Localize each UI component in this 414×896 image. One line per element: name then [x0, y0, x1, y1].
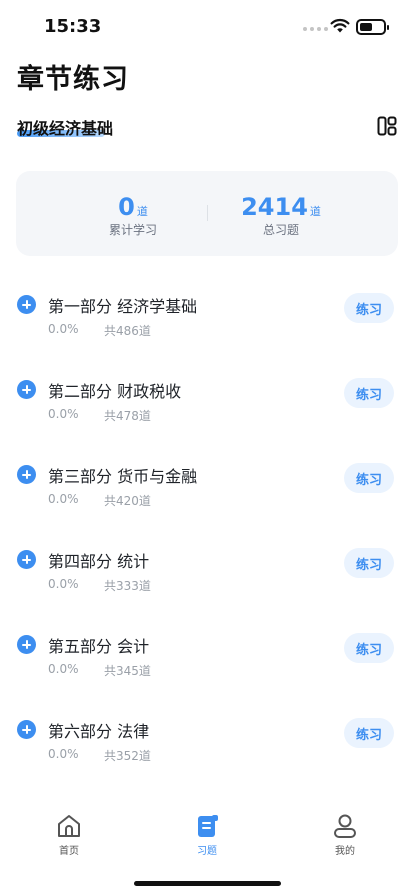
- status-bar: 15:33: [0, 0, 414, 48]
- switch-subject-icon[interactable]: [377, 116, 397, 136]
- practice-button[interactable]: 练习: [344, 293, 394, 323]
- chapter-title: 第二部分 财政税收: [48, 382, 182, 401]
- stat-learned-unit: 道: [136, 205, 148, 218]
- chapter-item[interactable]: 第五部分 会计 0.0% 共345道 练习: [0, 620, 414, 690]
- chapter-count: 共352道: [104, 749, 151, 763]
- chapter-progress: 0.0%: [48, 407, 79, 421]
- chapter-progress: 0.0%: [48, 747, 79, 761]
- chapter-item[interactable]: 第二部分 财政税收 0.0% 共478道 练习: [0, 365, 414, 435]
- subject-selector[interactable]: 初级经济基础: [17, 115, 113, 141]
- profile-icon: [334, 814, 356, 838]
- chapter-count: 共486道: [104, 324, 151, 338]
- tab-mine-label: 我的: [335, 846, 355, 857]
- chapter-progress: 0.0%: [48, 322, 79, 336]
- expand-plus-icon[interactable]: [17, 380, 36, 399]
- wifi-icon: [330, 18, 350, 33]
- signal-icon: [303, 27, 328, 31]
- practice-button[interactable]: 练习: [344, 633, 394, 663]
- practice-button[interactable]: 练习: [344, 548, 394, 578]
- expand-plus-icon[interactable]: [17, 635, 36, 654]
- tab-mine[interactable]: 我的: [305, 806, 385, 857]
- chapter-count: 共420道: [104, 494, 151, 508]
- stat-learned-value: 0: [118, 193, 135, 221]
- tab-home-label: 首页: [59, 846, 79, 857]
- subject-label: 初级经济基础: [17, 119, 114, 138]
- expand-plus-icon[interactable]: [17, 720, 36, 739]
- status-time: 15:33: [44, 16, 102, 37]
- practice-button[interactable]: 练习: [344, 378, 394, 408]
- expand-plus-icon[interactable]: [17, 465, 36, 484]
- chapter-title: 第四部分 统计: [48, 552, 150, 571]
- exercise-icon: [198, 815, 218, 837]
- chapter-item[interactable]: 第三部分 货币与金融 0.0% 共420道 练习: [0, 450, 414, 520]
- practice-button[interactable]: 练习: [344, 463, 394, 493]
- stat-total: 2414 道 总习题: [206, 193, 356, 238]
- home-indicator: [134, 881, 281, 886]
- chapter-count: 共478道: [104, 409, 151, 423]
- chapter-title: 第一部分 经济学基础: [48, 297, 198, 316]
- stat-learned-label: 累计学习: [108, 223, 157, 237]
- stat-total-label: 总习题: [262, 223, 299, 237]
- chapter-title: 第五部分 会计: [48, 637, 150, 656]
- chapter-title: 第三部分 货币与金融: [48, 467, 198, 486]
- chapter-item[interactable]: 第一部分 经济学基础 0.0% 共486道 练习: [0, 280, 414, 350]
- expand-plus-icon[interactable]: [17, 550, 36, 569]
- battery-icon: [356, 19, 389, 35]
- tab-practice[interactable]: 习题: [167, 806, 247, 857]
- page-title: 章节练习: [17, 64, 129, 95]
- chapter-title: 第六部分 法律: [48, 722, 150, 741]
- chapter-progress: 0.0%: [48, 492, 79, 506]
- stat-total-value: 2414: [241, 193, 308, 221]
- stat-total-unit: 道: [309, 205, 321, 218]
- stat-learned: 0道 累计学习: [58, 193, 208, 238]
- chapter-count: 共333道: [104, 579, 151, 593]
- stats-card: 0道 累计学习 2414 道 总习题: [16, 171, 398, 256]
- chapter-progress: 0.0%: [48, 577, 79, 591]
- chapter-item[interactable]: 第六部分 法律 0.0% 共352道 练习: [0, 705, 414, 775]
- expand-plus-icon[interactable]: [17, 295, 36, 314]
- chapter-count: 共345道: [104, 664, 151, 678]
- tab-practice-label: 习题: [197, 846, 217, 857]
- chapter-progress: 0.0%: [48, 662, 79, 676]
- tab-home[interactable]: 首页: [29, 806, 109, 857]
- home-icon: [58, 815, 80, 837]
- bottom-tab-bar: 首页 习题 我的: [0, 806, 414, 866]
- practice-button[interactable]: 练习: [344, 718, 394, 748]
- chapter-item[interactable]: 第四部分 统计 0.0% 共333道 练习: [0, 535, 414, 605]
